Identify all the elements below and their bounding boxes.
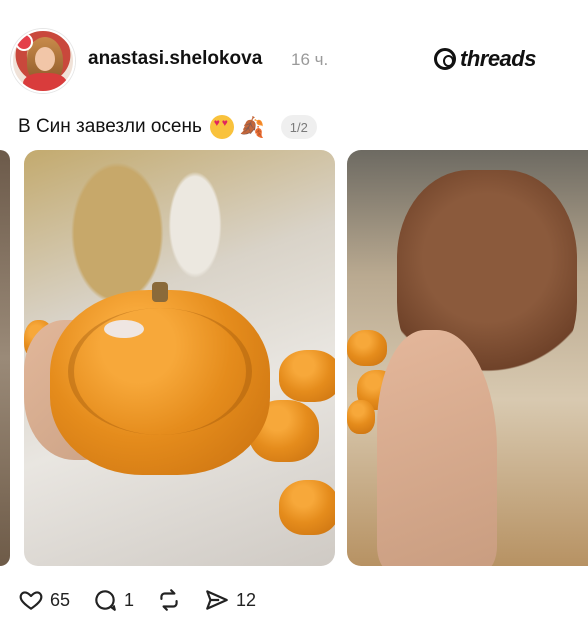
like-count: 65	[50, 589, 71, 610]
avatar[interactable]	[11, 29, 75, 93]
post-time: 16 ч.	[291, 50, 329, 69]
share-button[interactable]: 12	[204, 587, 256, 613]
caption-row: В Син завезли осень 🍂 1/2	[18, 113, 317, 141]
repost-icon	[156, 587, 182, 613]
comment-button[interactable]: 1	[92, 587, 134, 613]
small-pumpkin	[347, 400, 375, 434]
small-pumpkin	[279, 480, 335, 535]
post-caption: В Син завезли осень	[18, 116, 202, 137]
avatar-shirt	[23, 73, 67, 91]
comment-count: 1	[124, 589, 135, 610]
post-header: anastasi.shelokova 16 ч. threads	[0, 0, 588, 120]
pumpkin-jar-photo[interactable]	[24, 150, 335, 566]
like-button[interactable]: 65	[18, 587, 70, 613]
send-icon	[204, 587, 230, 613]
comment-icon	[92, 587, 118, 613]
heart-eyes-emoji-icon	[209, 115, 234, 139]
avatar-badge	[15, 33, 33, 51]
carousel-page-indicator: 1/2	[280, 115, 317, 139]
plush-toy-photo[interactable]	[347, 150, 588, 566]
fingernail	[104, 320, 144, 338]
small-pumpkin	[347, 330, 387, 366]
username[interactable]: anastasi.shelokova	[88, 48, 262, 70]
avatar-face	[35, 47, 55, 71]
pumpkin-jar	[50, 282, 270, 475]
repost-button[interactable]	[156, 587, 182, 613]
previous-photo[interactable]	[0, 150, 10, 566]
heart-icon	[18, 587, 44, 613]
share-count: 12	[236, 589, 257, 610]
threads-wordmark: threads	[460, 46, 536, 71]
image-carousel[interactable]	[0, 150, 588, 566]
post-actions: 65 1 12	[18, 584, 278, 616]
small-pumpkin	[279, 350, 335, 402]
hand	[377, 330, 497, 566]
threads-logo: threads	[434, 46, 536, 72]
fallen-leaves-emoji-icon: 🍂	[239, 116, 265, 139]
threads-logo-icon	[434, 48, 456, 70]
